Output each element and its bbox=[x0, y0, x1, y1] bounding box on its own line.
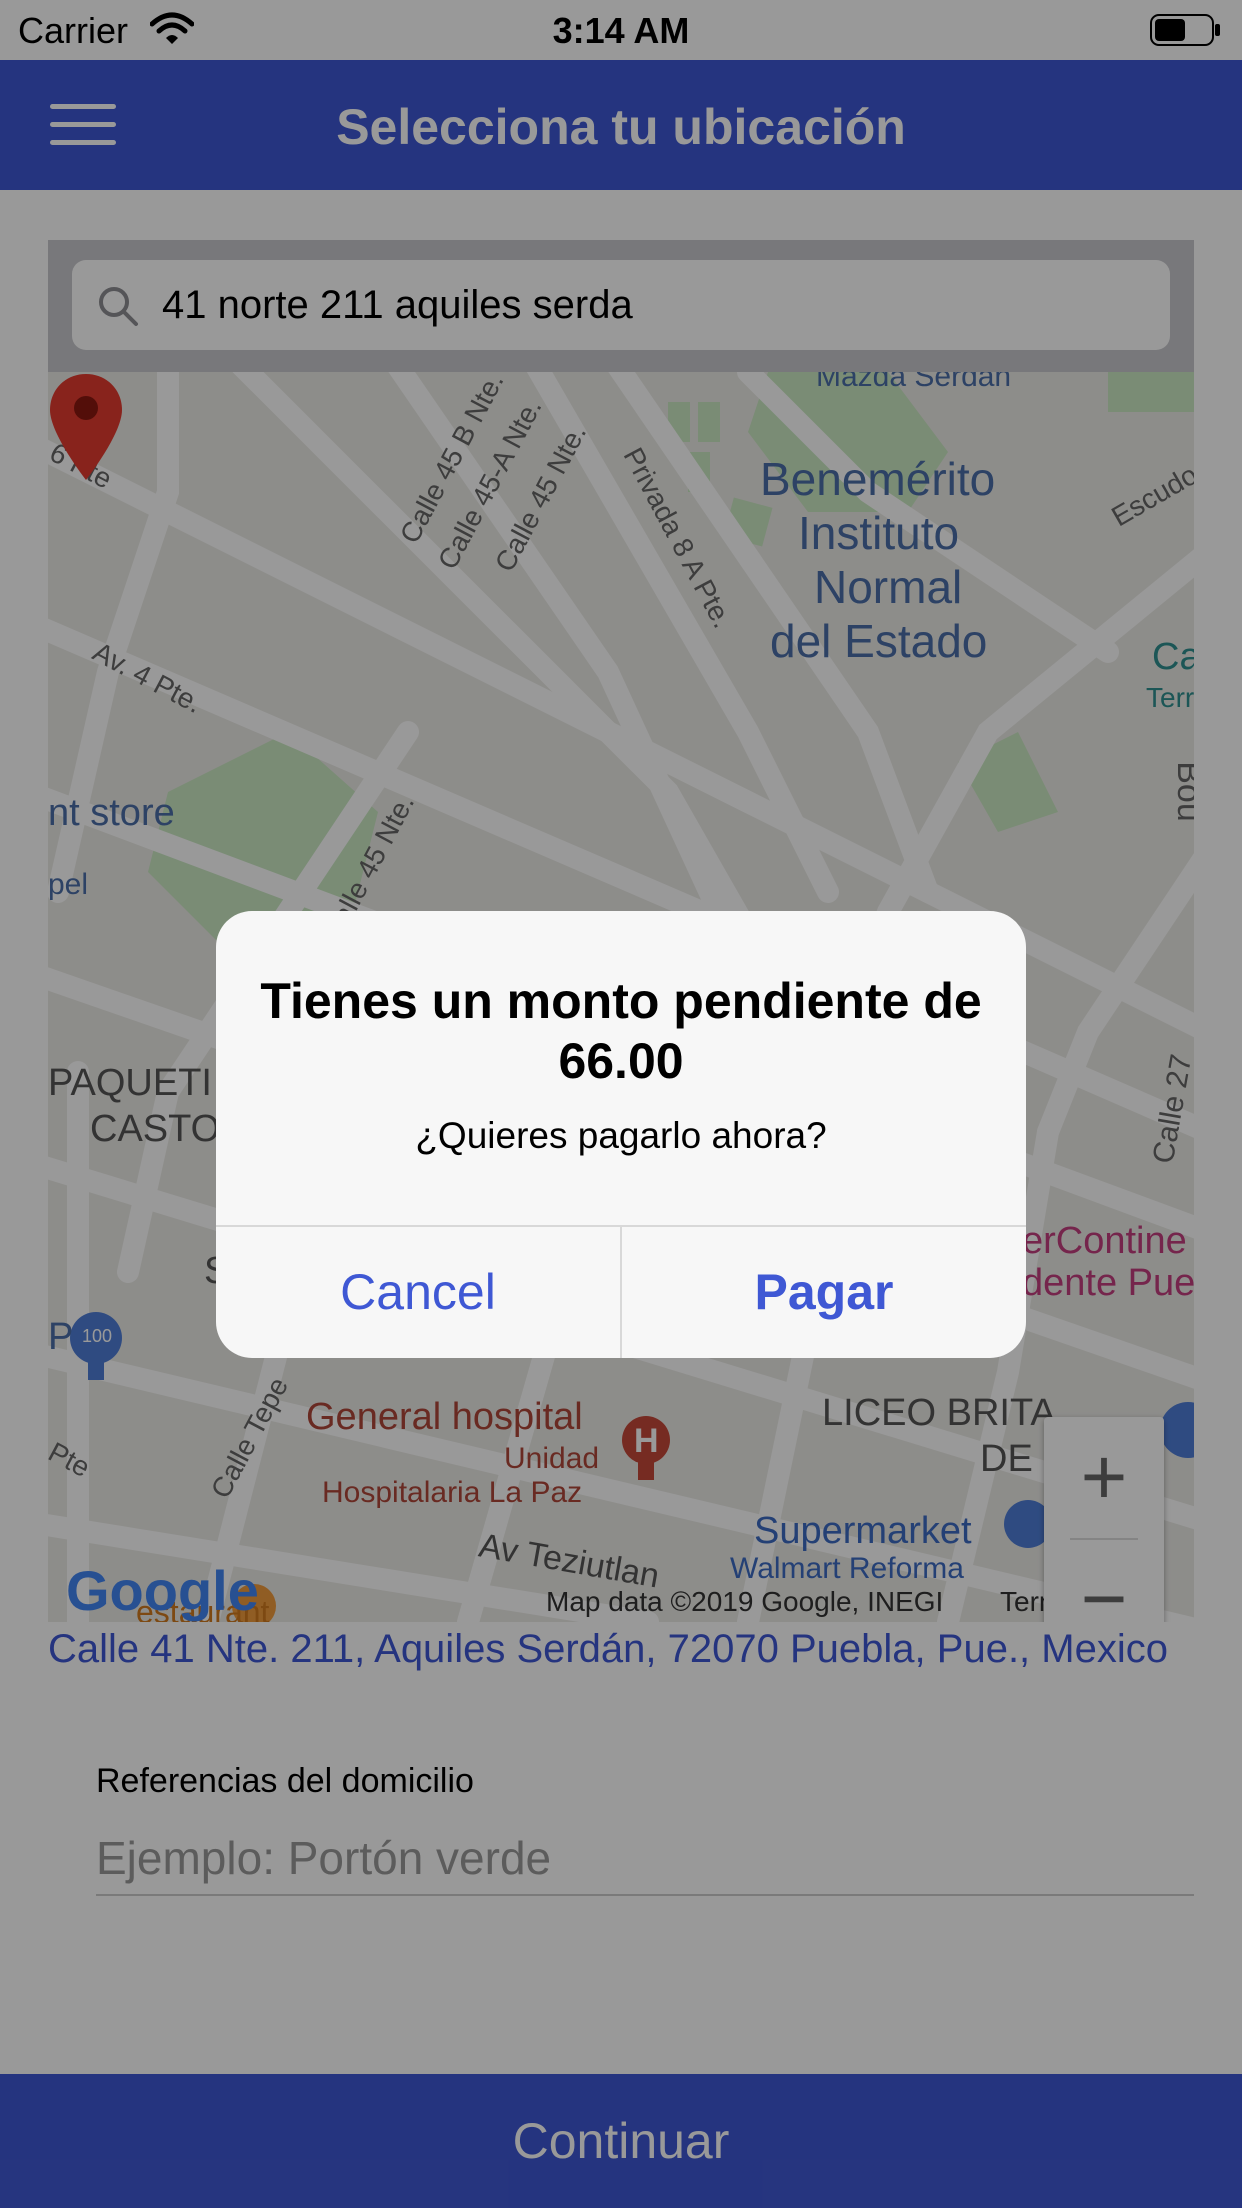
cancel-button[interactable]: Cancel bbox=[216, 1227, 620, 1358]
alert-title: Tienes un monto pendiente de 66.00 bbox=[260, 973, 982, 1089]
alert-message: ¿Quieres pagarlo ahora? bbox=[415, 1115, 827, 1156]
pay-button[interactable]: Pagar bbox=[622, 1227, 1026, 1358]
payment-alert-dialog: Tienes un monto pendiente de 66.00 ¿Quie… bbox=[216, 911, 1026, 1358]
